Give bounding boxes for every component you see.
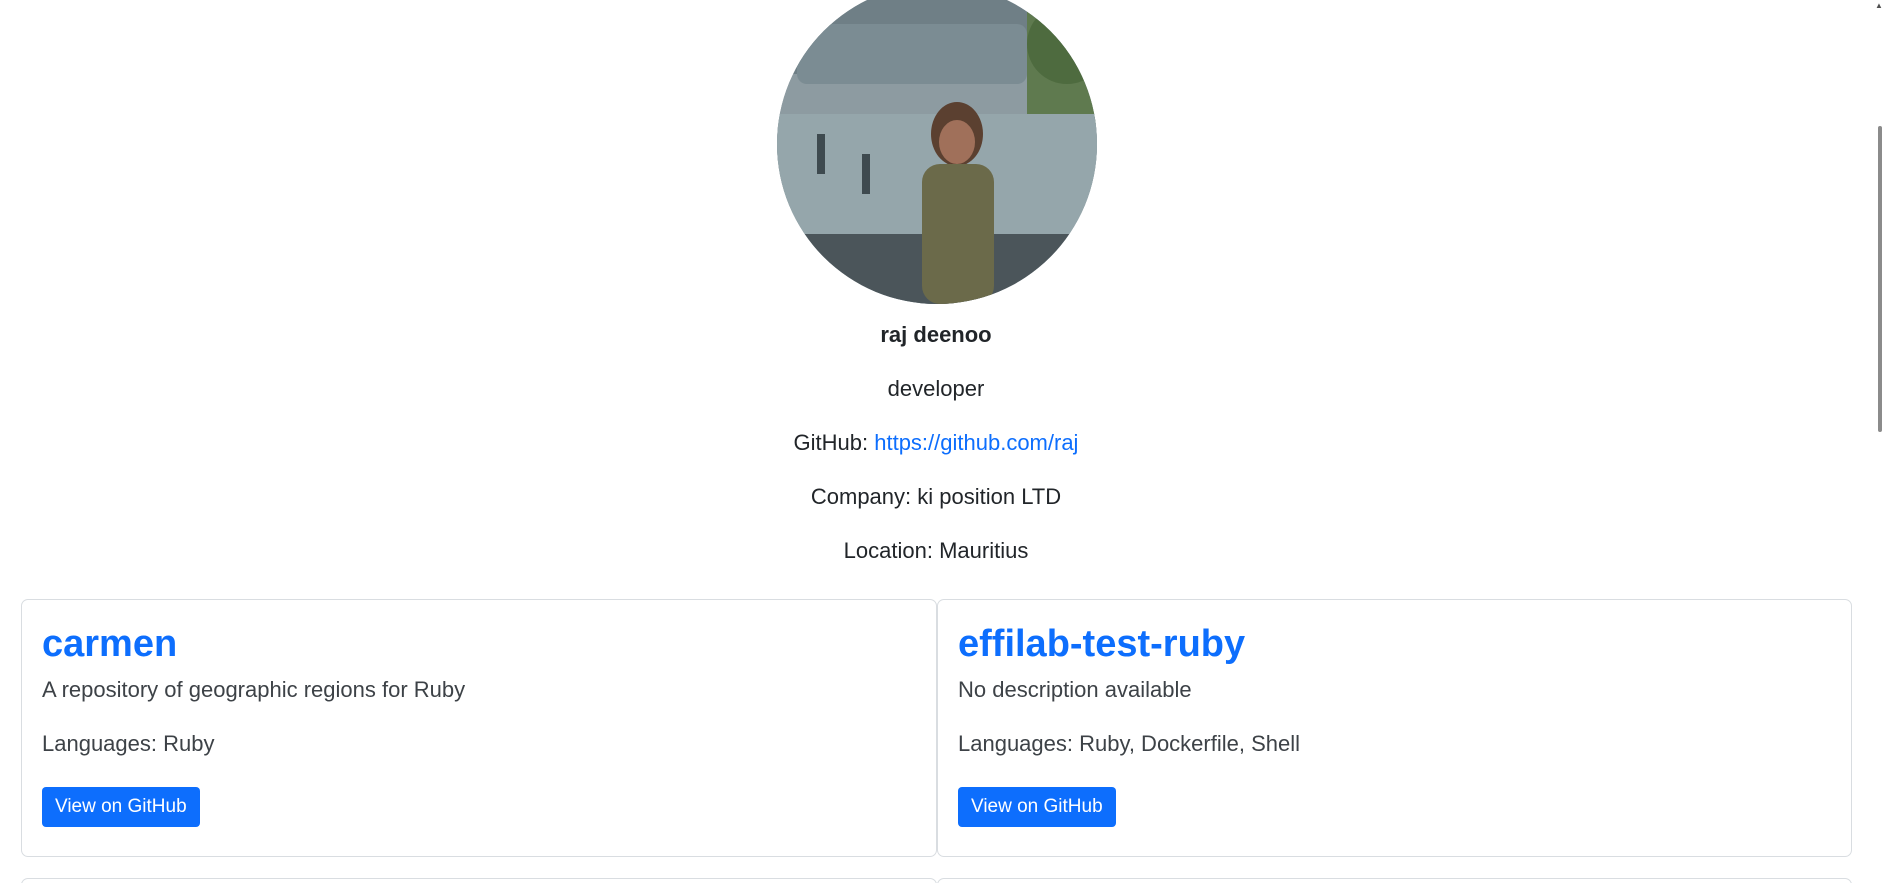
repo-languages: Languages: Ruby, Dockerfile, Shell: [958, 731, 1301, 756]
profile-github: GitHub: https://github.com/raj: [0, 429, 1872, 457]
profile-name: raj deenoo: [880, 322, 992, 347]
profile-bio: developer: [887, 376, 985, 401]
repo-card-partial: [21, 878, 937, 883]
repo-languages: Languages: Ruby: [42, 731, 215, 756]
github-link[interactable]: https://github.com/raj: [874, 430, 1078, 455]
repo-card: effilab-test-ruby No description availab…: [937, 599, 1852, 857]
repo-title-link[interactable]: carmen: [42, 622, 916, 666]
repo-card-partial: [937, 878, 1852, 883]
github-label: GitHub:: [793, 430, 875, 455]
repo-description: No description available: [958, 677, 1192, 702]
avatar: [777, 0, 1097, 304]
page-scrollbar[interactable]: ▲: [1873, 0, 1885, 883]
profile-location: Location: Mauritius: [843, 538, 1029, 563]
profile-page: raj deenoo developer GitHub: https://git…: [0, 0, 1885, 883]
view-on-github-button[interactable]: View on GitHub: [958, 787, 1116, 827]
repo-card: carmen A repository of geographic region…: [21, 599, 937, 857]
repo-description: A repository of geographic regions for R…: [42, 677, 466, 702]
scrollbar-thumb[interactable]: [1878, 126, 1882, 432]
avatar-photo-icon: [777, 0, 1097, 304]
profile-company: Company: ki position LTD: [810, 484, 1062, 509]
scroll-up-arrow-icon[interactable]: ▲: [1875, 2, 1883, 10]
view-on-github-button[interactable]: View on GitHub: [42, 787, 200, 827]
repo-title-link[interactable]: effilab-test-ruby: [958, 622, 1831, 666]
